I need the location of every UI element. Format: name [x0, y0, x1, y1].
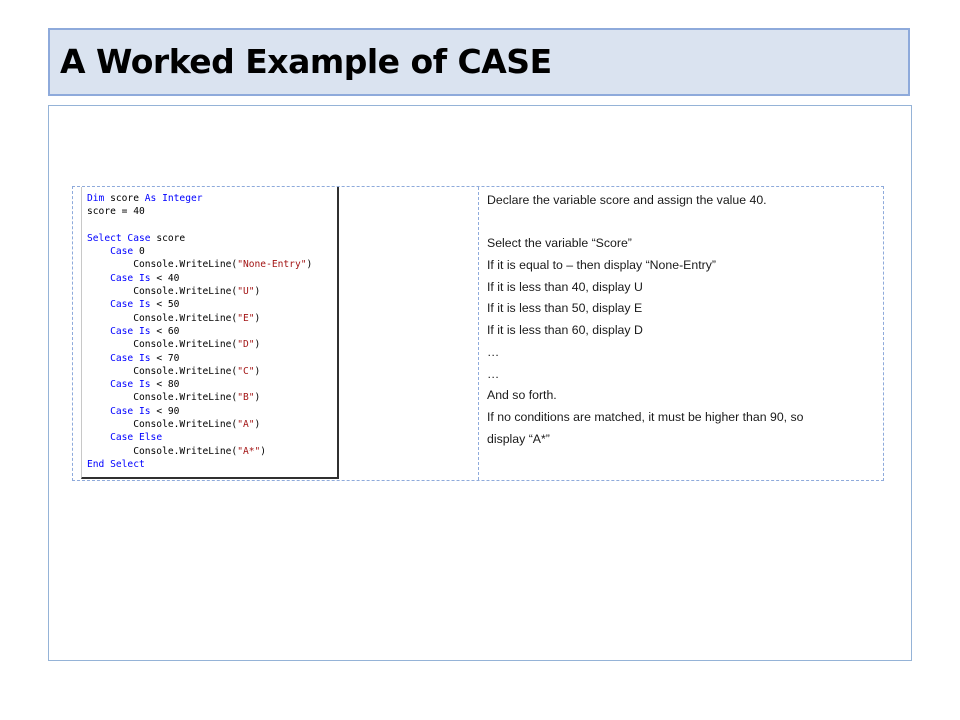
slide-title: A Worked Example of CASE — [60, 42, 552, 81]
code-text: score = 40 — [87, 206, 145, 218]
code-text: ) — [260, 445, 267, 457]
code-text: Console.WriteLine( — [87, 259, 238, 271]
code-line: Case 0 — [87, 245, 337, 258]
explanation-notes: Declare the variable score and assign th… — [487, 190, 877, 450]
code-keyword: Case Is — [110, 272, 157, 284]
code-text: ) — [254, 365, 261, 377]
code-line: Case Is < 80 — [87, 378, 337, 391]
code-line: Case Is < 40 — [87, 272, 337, 285]
code-string: "A*" — [237, 445, 261, 457]
code-screenshot: Dim score As Integer score = 40 Select Cas… — [81, 187, 339, 479]
note-line: Select the variable “Score” — [487, 236, 632, 251]
code-text: < 50 — [156, 299, 180, 311]
code-string: "A" — [237, 419, 255, 431]
code-line: Case Else — [87, 431, 337, 444]
code-text: ) — [306, 259, 313, 271]
code-keyword: Case Else — [110, 432, 163, 444]
note-line: If it is less than 40, display U — [487, 279, 643, 294]
code-keyword: Case Is — [110, 405, 157, 417]
code-string: "D" — [237, 339, 255, 351]
code-line: Case Is < 70 — [87, 352, 337, 365]
note-line: Declare the variable score and assign th… — [487, 193, 767, 207]
note-line: … — [487, 366, 500, 381]
code-text: < 80 — [156, 379, 180, 391]
code-line: score = 40 — [87, 205, 337, 218]
code-line: Case Is < 50 — [87, 298, 337, 311]
code-keyword: End Select — [87, 458, 145, 470]
code-line: End Select — [87, 458, 337, 471]
code-line: Case Is < 90 — [87, 405, 337, 418]
code-text: Console.WriteLine( — [87, 339, 238, 351]
code-text: Console.WriteLine( — [87, 365, 238, 377]
note-line: If it is less than 50, display E — [487, 301, 643, 316]
code-line: Case Is < 60 — [87, 325, 337, 338]
code-line: Console.WriteLine("D") — [87, 338, 337, 351]
code-keyword: As Integer — [144, 193, 203, 204]
code-text: score — [156, 232, 186, 244]
code-text: score — [110, 193, 145, 204]
note-line: If it is equal to – then display “None-E… — [487, 258, 716, 273]
code-text: ) — [254, 312, 261, 324]
code-keyword: Case Is — [110, 379, 157, 391]
note-line: display “A*” — [487, 431, 550, 446]
code-text: < 90 — [156, 405, 180, 417]
code-line: Dim score As Integer — [87, 192, 337, 205]
title-bar: A Worked Example of CASE — [48, 28, 910, 96]
code-string: "E" — [237, 312, 255, 324]
code-string: "C" — [237, 365, 255, 377]
code-text: 0 — [139, 246, 145, 258]
code-line: Console.WriteLine("U") — [87, 285, 337, 298]
code-text: Console.WriteLine( — [87, 445, 238, 457]
code-keyword: Select Case — [87, 232, 157, 244]
note-line: … — [487, 344, 500, 359]
code-line: Console.WriteLine("A*") — [87, 445, 337, 458]
code-keyword: Case Is — [110, 352, 157, 364]
code-line: Console.WriteLine("B") — [87, 391, 337, 404]
code-line: Console.WriteLine("C") — [87, 365, 337, 378]
code-text: < 60 — [156, 325, 180, 337]
code-text: ) — [254, 286, 261, 298]
note-line: If no conditions are matched, it must be… — [487, 409, 804, 424]
code-text: Console.WriteLine( — [87, 286, 238, 298]
code-string: "None-Entry" — [237, 259, 307, 271]
code-text: ) — [254, 339, 261, 351]
column-divider — [478, 187, 479, 480]
code-text: < 70 — [156, 352, 180, 364]
code-text: Console.WriteLine( — [87, 312, 238, 324]
code-line: Select Case score — [87, 232, 337, 245]
code-string: "U" — [237, 286, 255, 298]
note-line: And so forth. — [487, 388, 557, 403]
code-text: ) — [254, 392, 261, 404]
code-line: Console.WriteLine("A") — [87, 418, 337, 431]
code-text: ) — [254, 419, 261, 431]
code-line: Console.WriteLine("None-Entry") — [87, 258, 337, 271]
code-keyword: Case — [110, 246, 139, 258]
note-line: If it is less than 60, display D — [487, 323, 643, 338]
code-keyword: Case Is — [110, 325, 157, 337]
code-keyword: Case Is — [110, 299, 157, 311]
code-string: "B" — [237, 392, 255, 404]
example-table: Dim score As Integer score = 40 Select Cas… — [72, 186, 884, 481]
code-text: Console.WriteLine( — [87, 392, 238, 404]
code-line: Console.WriteLine("E") — [87, 312, 337, 325]
note-line — [487, 212, 877, 234]
code-text: < 40 — [156, 272, 180, 284]
code-keyword: Dim — [87, 193, 111, 204]
code-text: Console.WriteLine( — [87, 419, 238, 431]
